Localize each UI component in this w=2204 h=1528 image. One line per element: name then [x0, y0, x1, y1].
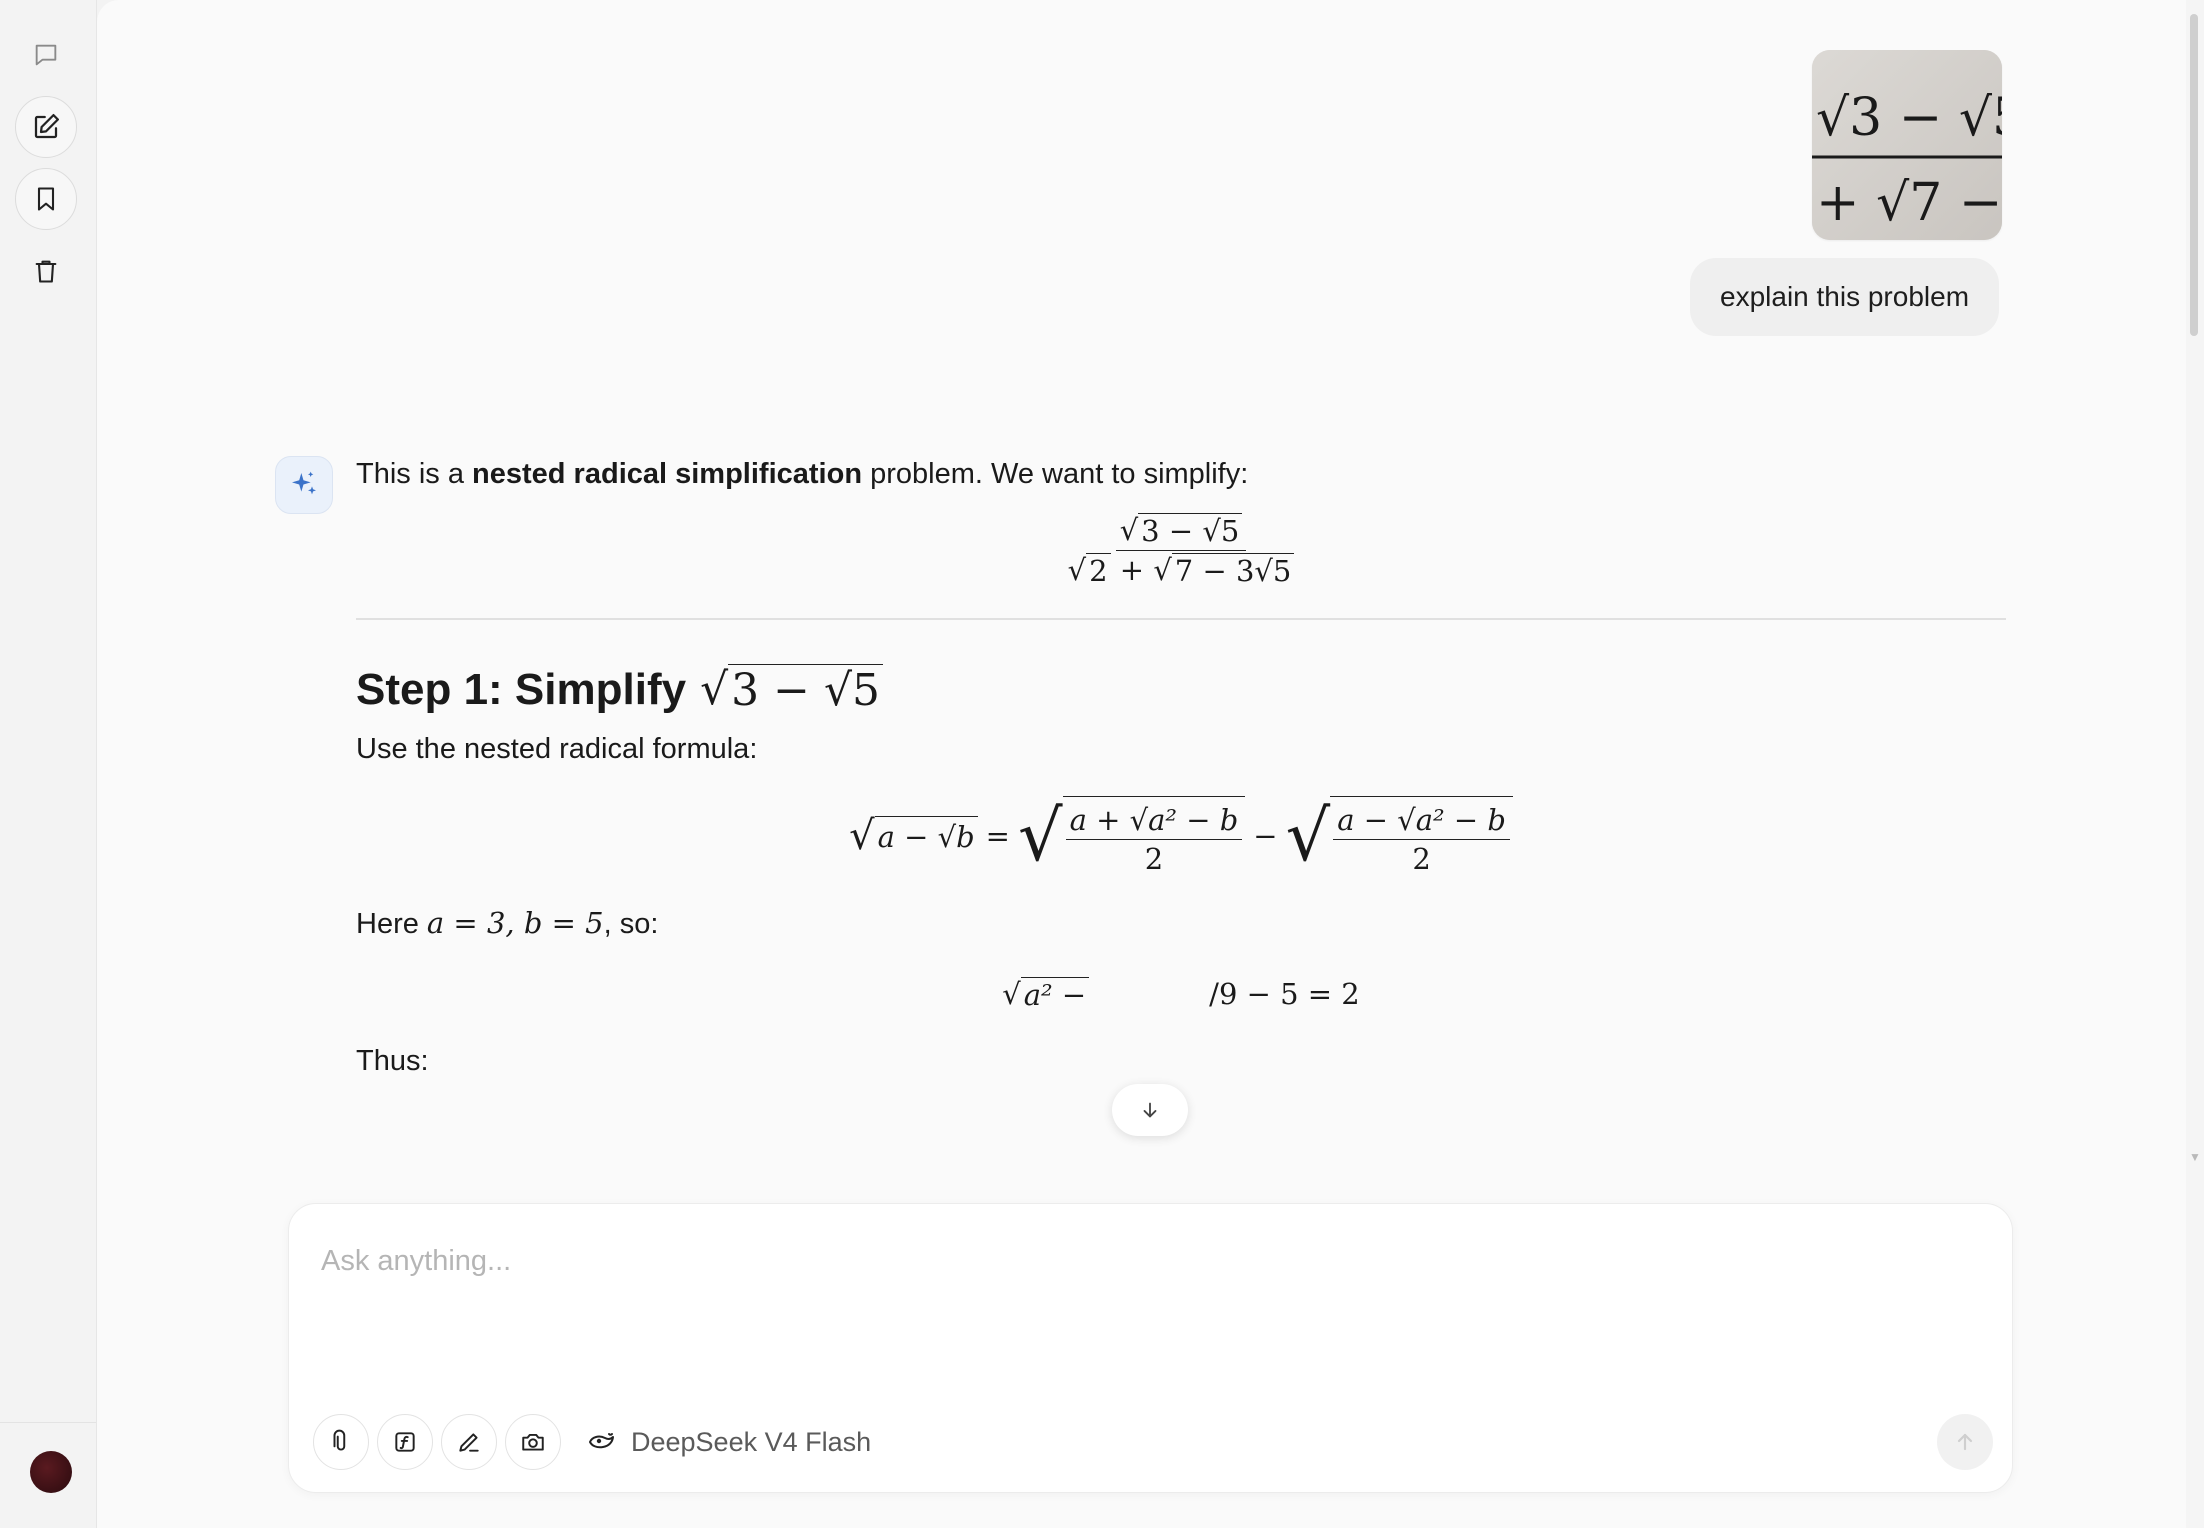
assistant-avatar — [275, 456, 333, 514]
main-expr-den-a: 2 — [1086, 553, 1111, 588]
sidebar-divider — [0, 1422, 96, 1423]
user-message: explain this problem — [1690, 258, 2000, 336]
bookmarks-button[interactable] — [15, 168, 77, 230]
main-expr-plus: + — [1119, 553, 1145, 587]
equation-photo: √3 − √5 + √7 − — [1812, 50, 2002, 240]
attach-button[interactable] — [313, 1414, 369, 1470]
arrow-down-icon — [1143, 1102, 1157, 1118]
intro-bold: nested radical simplification — [472, 458, 863, 490]
arrow-up-icon — [1957, 1433, 1973, 1451]
assistant-message: This is a nested radical simplification … — [356, 448, 2006, 1173]
attached-image-thumbnail[interactable]: √3 − √5 + √7 − — [1812, 50, 2002, 240]
message-input[interactable] — [319, 1230, 1923, 1292]
paperclip-icon — [333, 1429, 346, 1451]
step-1-heading: Step 1: Simplify √ 3 − √5 — [356, 664, 2006, 716]
formula-numerator-1: a + √a² − b — [1065, 803, 1243, 840]
formula-numerator-2: a − √a² − b — [1333, 803, 1510, 840]
function-icon — [395, 1432, 415, 1452]
chat-history-button[interactable] — [15, 24, 77, 86]
here-paragraph: Here a = 3, b = 5, so: — [356, 902, 2006, 945]
send-button[interactable] — [1937, 1414, 1993, 1470]
calc-expression: √ a² − /9 − 5 = 2 — [1002, 977, 1360, 1012]
new-chat-button[interactable] — [15, 96, 77, 158]
whale-logo-icon — [589, 1433, 614, 1449]
scrollbar-thumb[interactable] — [2190, 14, 2198, 336]
here-values: a = 3, b = 5 — [426, 906, 604, 940]
model-selector[interactable]: DeepSeek V4 Flash — [587, 1414, 871, 1470]
calc-left: a² − — [1020, 977, 1090, 1012]
here-text-end: , so: — [603, 908, 659, 940]
formula-denominator-2: 2 — [1412, 842, 1431, 876]
intro-paragraph: This is a nested radical simplification … — [356, 453, 2006, 495]
composer: DeepSeek V4 Flash — [288, 1203, 2013, 1493]
calc-right: 9 − 5 = 2 — [1218, 977, 1360, 1011]
thus-paragraph: Thus: — [356, 1045, 429, 1077]
bookmark-icon — [37, 187, 55, 211]
main-expression: √ 3 − √5 √ 2 + √ 7 − 3√5 — [356, 513, 2006, 588]
scroll-down-arrow-icon[interactable]: ▼ — [2186, 1150, 2204, 1164]
draw-button[interactable] — [441, 1414, 497, 1470]
formula-minus: − — [1253, 819, 1278, 853]
new-chat-icon — [34, 114, 59, 139]
scroll-fade — [356, 1120, 2006, 1176]
intro-text: This is a — [356, 458, 473, 490]
main-expr-numerator: 3 − √5 — [1138, 513, 1243, 548]
photo-line-2: + √7 − — [1816, 173, 2002, 233]
formula-denominator-1: 2 — [1144, 842, 1164, 876]
delete-chat-button[interactable] — [15, 240, 77, 302]
model-name: DeepSeek V4 Flash — [631, 1426, 872, 1457]
photo-line-1: √3 − √5 — [1816, 88, 2002, 148]
pencil-icon — [459, 1433, 479, 1452]
nested-radical-formula: √ a − √b = √ a + √a² − b 2 − √ a − √a² − … — [356, 796, 2006, 876]
main-expr-den-b: 7 − 3√5 — [1171, 553, 1295, 588]
sparkle-icon — [292, 471, 316, 495]
step-1-title: Step 1: Simplify — [356, 665, 687, 714]
intro-text-end: problem. We want to simplify: — [862, 458, 1249, 490]
formula-lhs: a − √b — [874, 815, 978, 857]
camera-button[interactable] — [505, 1414, 561, 1470]
formula-button[interactable] — [377, 1414, 433, 1470]
scroll-to-bottom-button[interactable] — [1112, 1084, 1188, 1136]
formula-intro: Use the nested radical formula: — [356, 733, 758, 765]
step-1-expression: 3 − √5 — [728, 664, 883, 716]
user-avatar[interactable] — [30, 1451, 72, 1493]
chat-icon — [35, 44, 57, 66]
sidebar — [0, 0, 97, 1528]
formula-equals: = — [985, 819, 1010, 853]
camera-icon — [522, 1433, 544, 1451]
here-text: Here — [356, 908, 427, 940]
section-divider — [356, 618, 2006, 620]
trash-icon — [35, 260, 57, 283]
